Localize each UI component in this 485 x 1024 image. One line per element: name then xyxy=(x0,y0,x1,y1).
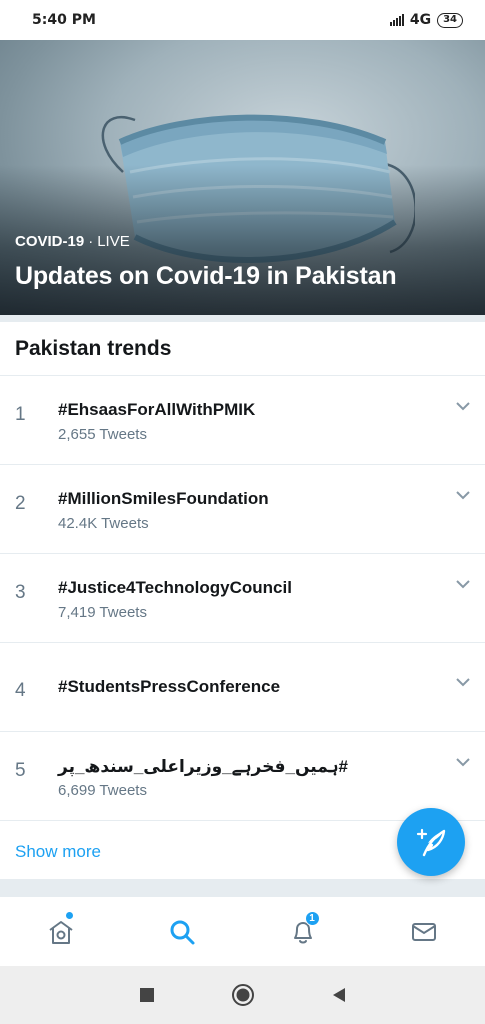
trend-rank: 1 xyxy=(15,404,26,425)
search-icon xyxy=(170,920,195,944)
square-icon[interactable] xyxy=(138,986,156,1004)
trend-name: #MillionSmilesFoundation xyxy=(58,489,269,508)
trend-rank: 3 xyxy=(15,582,26,603)
compose-tweet-button[interactable] xyxy=(397,808,465,876)
trend-tweet-count: 6,699 Tweets xyxy=(58,782,147,799)
status-bar: 5:40 PM 4G 34 xyxy=(0,0,485,40)
chevron-down-icon[interactable] xyxy=(455,676,471,688)
hero-title: Updates on Covid-19 in Pakistan xyxy=(15,262,397,290)
chevron-down-icon[interactable] xyxy=(455,756,471,768)
trend-name: #ہمیں_فخرہے_وزیراعلی_سندھ_پر xyxy=(58,757,349,776)
battery-icon: 34 xyxy=(437,12,463,28)
circle-home-icon[interactable] xyxy=(231,983,255,1007)
trend-name: #Justice4TechnologyCouncil xyxy=(58,578,292,597)
tab-home[interactable] xyxy=(0,897,121,966)
status-indicators: 4G 34 xyxy=(389,12,463,28)
trend-name: #StudentsPressConference xyxy=(58,677,281,696)
trend-item-4[interactable]: 4 #StudentsPressConference xyxy=(0,643,485,732)
notifications-badge: 1 xyxy=(304,911,320,926)
covid-hero-card[interactable]: COVID-19 · LIVE Updates on Covid-19 in P… xyxy=(0,40,485,315)
tab-notifications[interactable]: 1 xyxy=(243,897,364,966)
bottom-tab-bar: 1 xyxy=(0,896,485,966)
trend-item-5[interactable]: 5 #ہمیں_فخرہے_وزیراعلی_سندھ_پر 6,699 Twe… xyxy=(0,732,485,821)
home-icon xyxy=(49,920,73,944)
triangle-back-icon[interactable] xyxy=(330,986,348,1004)
chevron-down-icon[interactable] xyxy=(455,400,471,412)
signal-icon xyxy=(389,14,404,26)
hero-kicker: COVID-19 · LIVE xyxy=(15,233,396,250)
hero-live-label: LIVE xyxy=(97,233,130,250)
trend-item-2[interactable]: 2 #MillionSmilesFoundation 42.4K Tweets xyxy=(0,465,485,554)
mail-icon xyxy=(412,922,437,941)
trend-rank: 4 xyxy=(15,680,26,701)
trend-rank: 5 xyxy=(15,760,26,781)
tab-messages[interactable] xyxy=(364,897,485,966)
new-content-dot xyxy=(66,912,73,919)
trend-rank: 2 xyxy=(15,493,26,514)
system-nav-bar xyxy=(0,966,485,1024)
chevron-down-icon[interactable] xyxy=(455,578,471,590)
show-more-link[interactable]: Show more xyxy=(15,842,101,862)
trend-tweet-count: 7,419 Tweets xyxy=(58,604,147,621)
trends-section: Pakistan trends 1 #EhsaasForAllWithPMIK … xyxy=(0,322,485,879)
trends-header: Pakistan trends xyxy=(0,322,485,376)
hero-category: COVID-19 xyxy=(15,233,85,250)
chevron-down-icon[interactable] xyxy=(455,489,471,501)
trend-tweet-count: 42.4K Tweets xyxy=(58,515,149,532)
trend-tweet-count: 2,655 Tweets xyxy=(58,426,147,443)
hero-separator: · xyxy=(88,233,94,250)
network-type: 4G xyxy=(409,12,432,28)
trend-item-1[interactable]: 1 #EhsaasForAllWithPMIK 2,655 Tweets xyxy=(0,376,485,465)
trend-name: #EhsaasForAllWithPMIK xyxy=(58,400,256,419)
trend-item-3[interactable]: 3 #Justice4TechnologyCouncil 7,419 Tweet… xyxy=(0,554,485,643)
compose-tweet-icon xyxy=(416,828,446,857)
tab-search[interactable] xyxy=(121,897,242,966)
hero-text: COVID-19 · LIVE Updates on Covid-19 in P… xyxy=(15,233,397,291)
status-time: 5:40 PM xyxy=(32,12,96,28)
